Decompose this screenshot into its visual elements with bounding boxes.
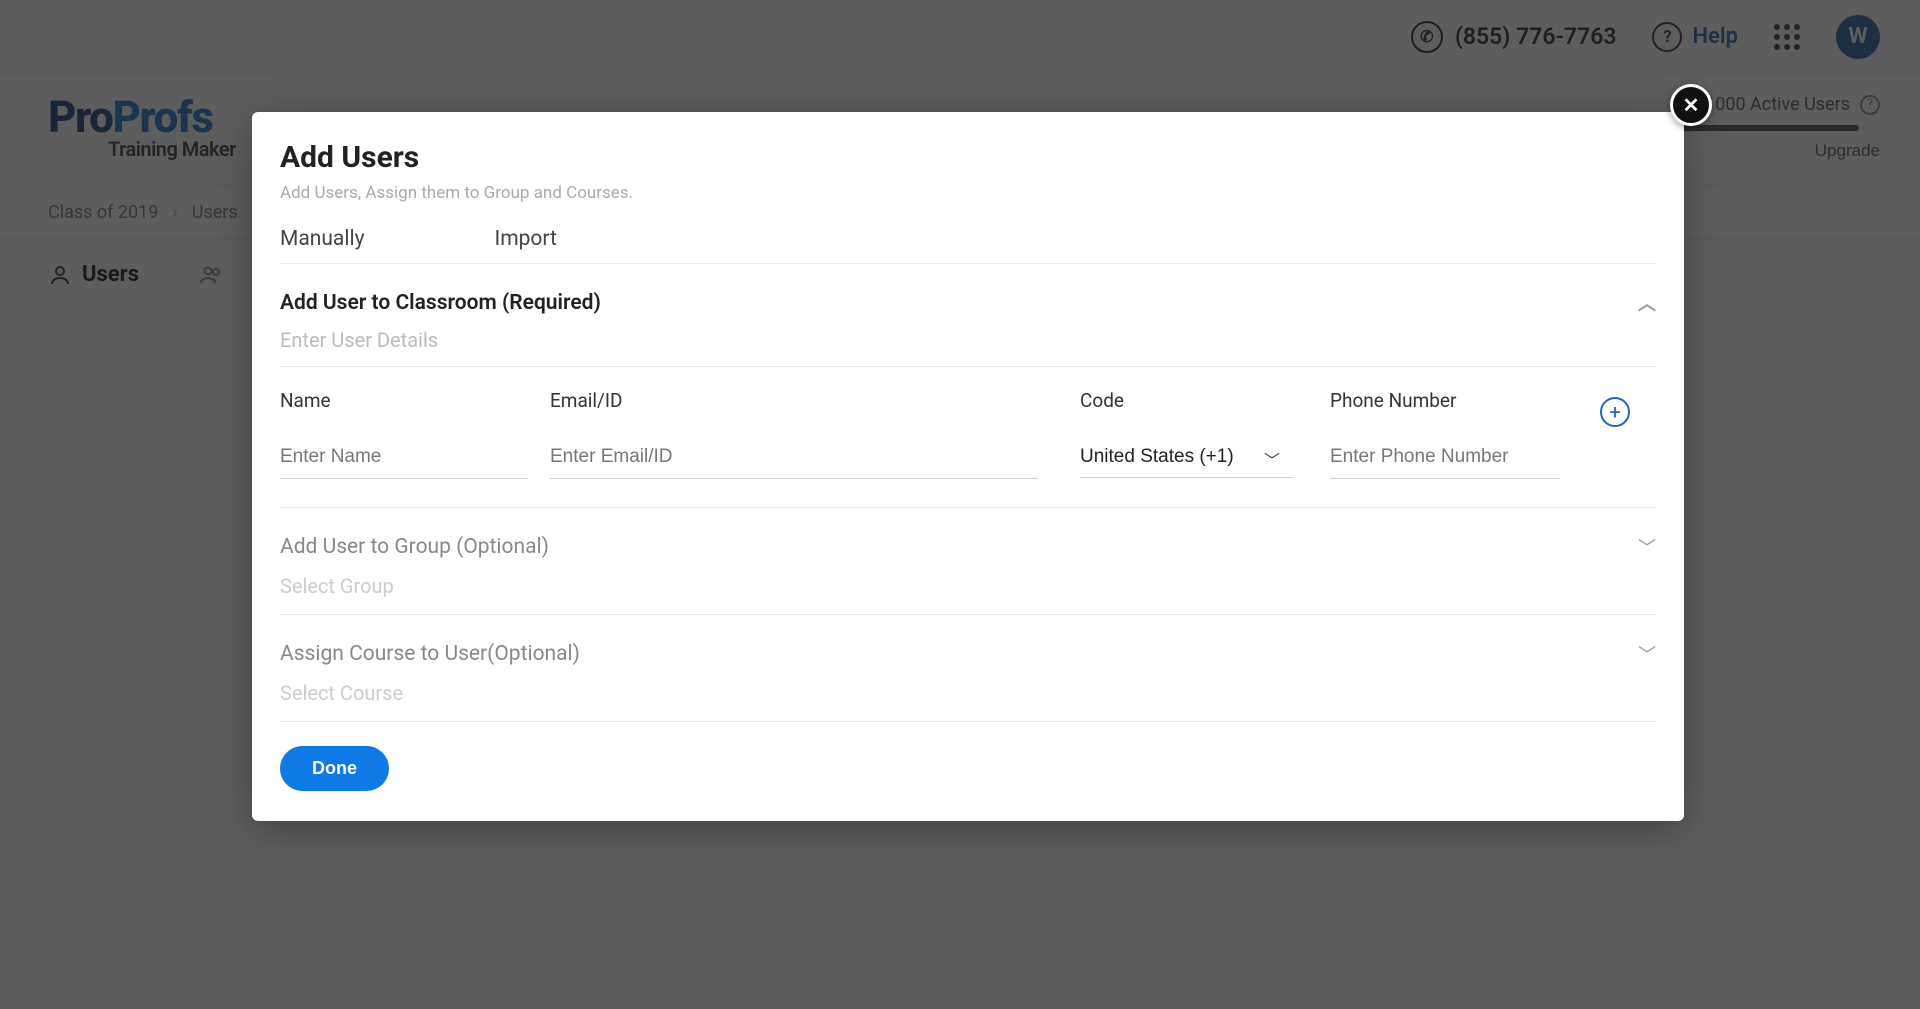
modal-title: Add Users (280, 140, 1656, 175)
section-classroom-subtitle: Enter User Details (280, 328, 1656, 367)
section-course-subtitle: Select Course (280, 681, 1656, 721)
email-label: Email/ID (550, 389, 1080, 412)
modal-tabs: Manually Import (280, 227, 1656, 264)
phone-input[interactable] (1330, 440, 1560, 479)
section-group: Add User to Group (Optional) ﹀ Select Gr… (280, 534, 1656, 615)
code-label: Code (1080, 389, 1330, 412)
close-icon: ✕ (1683, 95, 1700, 115)
phone-label: Phone Number (1330, 389, 1580, 412)
section-group-header[interactable]: Add User to Group (Optional) ﹀ (280, 534, 1656, 560)
add-users-modal: ✕ Add Users Add Users, Assign them to Gr… (252, 112, 1684, 821)
tab-import[interactable]: Import (495, 227, 557, 251)
name-label: Name (280, 389, 550, 412)
email-input[interactable] (550, 440, 1038, 479)
section-group-title: Add User to Group (Optional) (280, 535, 549, 559)
section-group-subtitle: Select Group (280, 574, 1656, 614)
close-button[interactable]: ✕ (1670, 84, 1712, 126)
chevron-down-icon: ﹀ (1638, 641, 1656, 667)
user-details-row: Name Email/ID Code United States (+1) ﹀ … (280, 389, 1656, 508)
plus-icon: + (1609, 400, 1620, 424)
name-input[interactable] (280, 440, 528, 479)
chevron-down-icon: ﹀ (1638, 534, 1656, 560)
country-code-select[interactable]: United States (+1) (1080, 440, 1293, 478)
done-button[interactable]: Done (280, 746, 389, 791)
chevron-up-icon: ︿ (1638, 290, 1656, 316)
section-classroom-title: Add User to Classroom (Required) (280, 291, 601, 315)
section-course-title: Assign Course to User(Optional) (280, 642, 580, 666)
section-course-header[interactable]: Assign Course to User(Optional) ﹀ (280, 641, 1656, 667)
modal-subtitle: Add Users, Assign them to Group and Cour… (280, 183, 1656, 203)
add-row-button[interactable]: + (1600, 397, 1630, 427)
section-course: Assign Course to User(Optional) ﹀ Select… (280, 641, 1656, 722)
section-classroom-header[interactable]: Add User to Classroom (Required) ︿ (280, 290, 1656, 316)
tab-manually[interactable]: Manually (280, 227, 365, 251)
